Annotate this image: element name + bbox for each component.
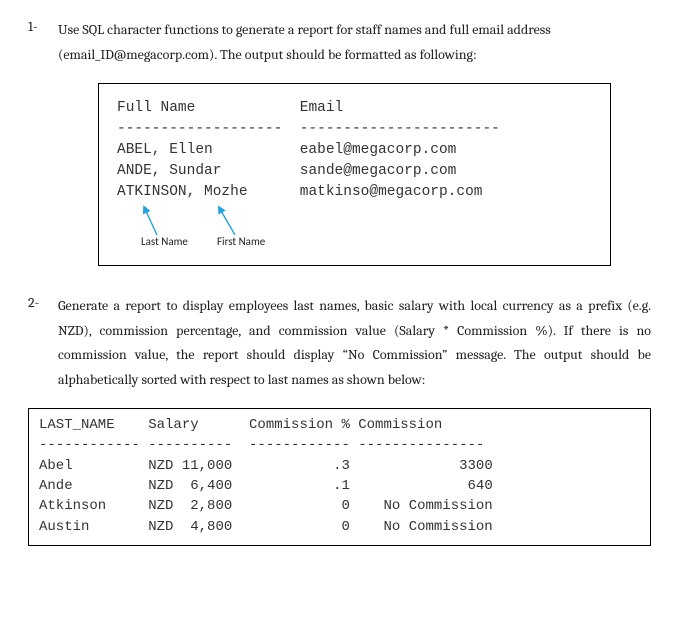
r2-4-comm: No Commission: [383, 519, 492, 535]
r2-1-sal: NZD 11,000: [148, 458, 232, 474]
r2-2-sal: NZD 6,400: [148, 478, 232, 494]
r2-3-sal: NZD 2,800: [148, 498, 232, 514]
r2-4-last: Austin: [39, 519, 89, 535]
annotation-row: Last Name First Name: [117, 205, 592, 253]
r2-2-last: Ande: [39, 478, 73, 494]
row-1-email: eabel@megacorp.com: [300, 142, 457, 158]
row-2-email: sande@megacorp.com: [300, 163, 457, 179]
col-header-fullname: Full Name: [117, 100, 195, 116]
col-header-email: Email: [300, 100, 344, 116]
question-1: 1- Use SQL character functions to genera…: [28, 18, 651, 67]
annotation-last-name: Last Name: [141, 235, 188, 248]
r2-4-sal: NZD 4,800: [148, 519, 232, 535]
annotation-arrows: [117, 205, 317, 239]
r2-2-comm: 640: [468, 478, 493, 494]
r2-1-last: Abel: [39, 458, 73, 474]
r2-3-comm: No Commission: [383, 498, 492, 514]
r2-3-pct: 0: [341, 498, 349, 514]
dashes-fullname: -------------------: [117, 121, 282, 137]
output-1-content: Full Name Email ------------------- ----…: [117, 98, 592, 203]
question-2-text: Generate a report to display employees l…: [58, 294, 651, 392]
r2-1-pct: .3: [333, 458, 350, 474]
output-box-1: Full Name Email ------------------- ----…: [98, 83, 611, 266]
row-3-email: matkinso@megacorp.com: [300, 184, 483, 200]
dash-line-2: ------------ ---------- ------------ ---…: [39, 437, 484, 453]
annotation-first-name: First Name: [217, 235, 265, 248]
output-2-content: LAST_NAME Salary Commission % Commission…: [39, 415, 640, 537]
r2-2-pct: .1: [333, 478, 350, 494]
header-line-2: LAST_NAME Salary Commission % Commission: [39, 417, 442, 433]
question-1-number: 1-: [28, 18, 58, 67]
question-2-number: 2-: [28, 294, 58, 392]
question-1-text: Use SQL character functions to generate …: [58, 18, 651, 67]
dashes-email: -----------------------: [300, 121, 500, 137]
row-2-name: ANDE, Sundar: [117, 163, 221, 179]
r2-1-comm: 3300: [459, 458, 493, 474]
output-box-2: LAST_NAME Salary Commission % Commission…: [28, 408, 651, 546]
question-2: 2- Generate a report to display employee…: [28, 294, 651, 392]
row-1-name: ABEL, Ellen: [117, 142, 213, 158]
r2-4-pct: 0: [341, 519, 349, 535]
r2-3-last: Atkinson: [39, 498, 106, 514]
row-3-name: ATKINSON, Mozhe: [117, 184, 248, 200]
